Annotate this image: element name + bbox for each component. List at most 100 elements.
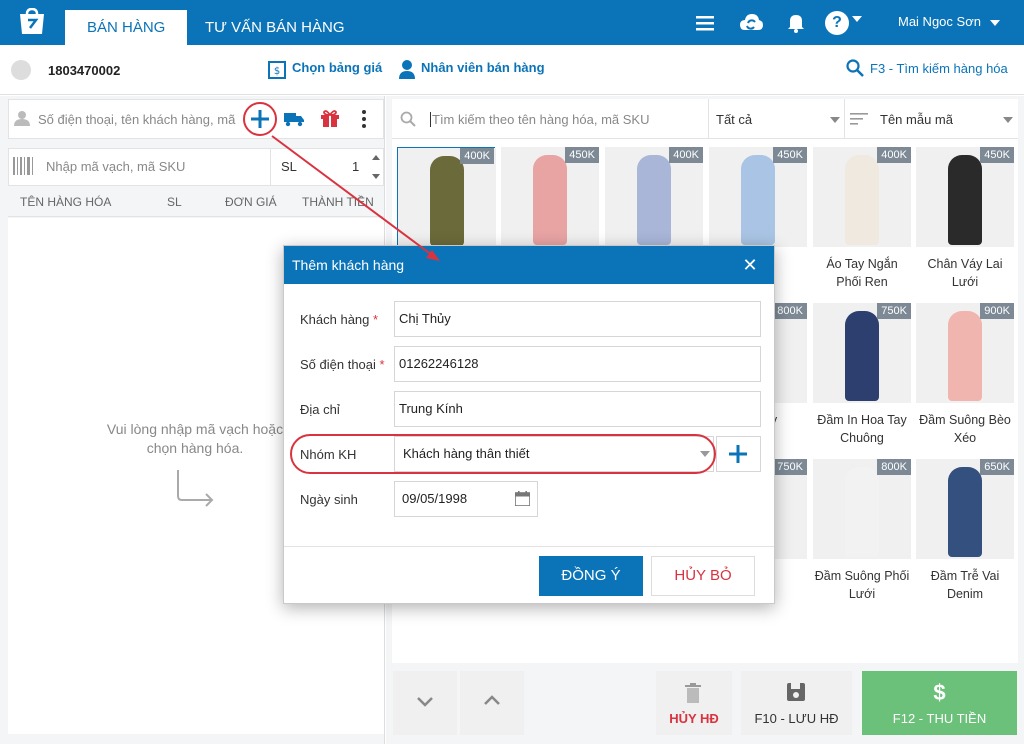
product-price-badge: 400K [460, 148, 494, 164]
product-price-badge: 750K [773, 459, 807, 475]
product-figure [741, 155, 775, 245]
col-total: THÀNH TIỀN [302, 195, 374, 209]
sort-caret-icon[interactable] [1003, 117, 1013, 123]
dollar-icon: $ [933, 680, 946, 705]
product-name: Đầm In Hoa Tay Chuông [817, 413, 907, 445]
col-qty: SL [167, 195, 182, 209]
product-price-badge: 450K [565, 147, 599, 163]
qty-up-icon[interactable] [372, 155, 380, 160]
close-icon[interactable]: ✕ [740, 255, 760, 275]
product-price-badge: 650K [980, 459, 1014, 475]
product-price-badge: 450K [773, 147, 807, 163]
product-name: Đầm Suông Bèo Xéo [919, 413, 1011, 445]
product-figure [845, 467, 879, 557]
product-price-badge: 900K [980, 303, 1014, 319]
product-card[interactable]: 450K Chân Váy Lai Lưới [916, 147, 1014, 299]
sort-select[interactable]: Tên mẫu mã [880, 112, 953, 127]
sku-input[interactable]: Nhập mã vạch, mã SKU [46, 159, 185, 174]
product-card[interactable]: 650K Đầm Trễ Vai Denim [916, 459, 1014, 611]
product-search-icon [400, 111, 416, 127]
app-logo-icon[interactable] [16, 8, 48, 36]
save-icon [787, 683, 805, 701]
qty-input[interactable]: 1 [352, 159, 359, 174]
dialog-header: Thêm khách hàng [284, 246, 774, 284]
gift-icon[interactable] [320, 109, 340, 127]
product-figure [845, 311, 879, 401]
staff-icon[interactable] [398, 59, 416, 79]
sort-lines-icon [850, 113, 868, 125]
barcode-icon [13, 157, 33, 175]
cloud-sync-icon[interactable] [738, 10, 764, 36]
qty-label: SL [281, 159, 297, 174]
address-field[interactable]: Trung Kính [394, 391, 761, 427]
phone-label: Số điện thoại * [300, 357, 385, 372]
chevron-up-icon [484, 695, 500, 705]
product-price-badge: 400K [669, 147, 703, 163]
product-figure [533, 155, 567, 245]
phone-field[interactable]: 01262246128 [394, 346, 761, 382]
checkout-label: F12 - THU TIỀN [892, 711, 987, 726]
price-list-link[interactable]: Chọn bảng giá [292, 60, 382, 75]
customer-name-field[interactable]: Chị Thủy [394, 301, 761, 337]
tab-sales-consult[interactable]: TƯ VẤN BÁN HÀNG [183, 10, 367, 45]
user-name[interactable]: Mai Ngoc Sơn [898, 14, 981, 29]
add-customer-dialog: Thêm khách hàng ✕ Khách hàng * Chị Thủy … [283, 245, 775, 604]
product-name: Chân Váy Lai Lưới [927, 257, 1003, 289]
address-label: Địa chỉ [300, 402, 340, 417]
product-name: Đầm Suông Phối Lưới [814, 569, 910, 601]
tab-sales[interactable]: BÁN HÀNG [65, 10, 188, 45]
delivery-truck-icon[interactable] [284, 111, 304, 127]
product-figure [948, 311, 982, 401]
required-mark: * [379, 357, 385, 372]
plus-icon [729, 445, 747, 463]
empty-message-line2: chọn hàng hóa. [146, 440, 244, 456]
product-price-badge: 750K [877, 303, 911, 319]
category-filter-select[interactable]: Tất cả [716, 112, 752, 127]
product-card[interactable]: 800K Đầm Suông Phối Lưới [813, 459, 911, 611]
product-search-input[interactable]: Tìm kiếm theo tên hàng hóa, mã SKU [430, 112, 650, 127]
group-highlight [290, 434, 716, 474]
calendar-icon[interactable] [515, 491, 530, 506]
search-icon[interactable] [846, 59, 864, 77]
product-card[interactable]: 900K Đầm Suông Bèo Xéo [916, 303, 1014, 455]
sku-divider [270, 148, 271, 186]
product-price-badge: 800K [773, 303, 807, 319]
cancel-button[interactable]: HỦY BỎ [651, 556, 755, 596]
qty-down-icon[interactable] [372, 174, 380, 179]
help-dropdown-caret-icon[interactable] [852, 16, 862, 22]
price-list-icon[interactable]: $ [268, 61, 286, 79]
trash-icon [685, 683, 701, 703]
product-price-badge: 800K [877, 459, 911, 475]
bell-icon[interactable] [785, 11, 807, 33]
customer-search-input[interactable]: Số điện thoại, tên khách hàng, mã [38, 112, 235, 127]
product-card[interactable]: 400K Áo Tay Ngắn Phối Ren [813, 147, 911, 299]
product-price-badge: 450K [980, 147, 1014, 163]
birthday-label: Ngày sinh [300, 492, 358, 507]
col-unit-price: ĐƠN GIÁ [225, 195, 277, 209]
help-icon[interactable]: ? [825, 11, 849, 35]
product-search-link[interactable]: F3 - Tìm kiếm hàng hóa [870, 61, 1008, 76]
cart-icon [11, 60, 31, 80]
product-figure [430, 156, 464, 246]
product-name: Áo Tay Ngắn Phối Ren [826, 257, 898, 289]
menu-icon[interactable] [694, 12, 716, 34]
dialog-footer-divider [284, 546, 774, 547]
product-name: Đầm Trễ Vai Denim [930, 569, 1000, 601]
user-dropdown-caret-icon[interactable] [990, 20, 1000, 26]
search-divider-2 [844, 99, 845, 139]
svg-text:$: $ [274, 66, 280, 77]
product-figure [845, 155, 879, 245]
dialog-title: Thêm khách hàng [292, 257, 405, 273]
more-vertical-icon[interactable] [360, 109, 368, 129]
product-card[interactable]: 750K Đầm In Hoa Tay Chuông [813, 303, 911, 455]
category-caret-icon[interactable] [830, 117, 840, 123]
cancel-invoice-label: HỦY HĐ [669, 711, 719, 726]
customer-name-label: Khách hàng * [300, 312, 379, 327]
chevron-down-icon [417, 697, 433, 707]
required-mark: * [373, 312, 379, 327]
staff-link[interactable]: Nhân viên bán hàng [421, 60, 545, 75]
empty-message-line1: Vui lòng nhập mã vạch hoặc [106, 421, 284, 437]
confirm-button[interactable]: ĐỒNG Ý [539, 556, 643, 596]
col-product: TÊN HÀNG HÓA [20, 195, 112, 209]
add-customer-plus-icon[interactable] [250, 109, 270, 129]
